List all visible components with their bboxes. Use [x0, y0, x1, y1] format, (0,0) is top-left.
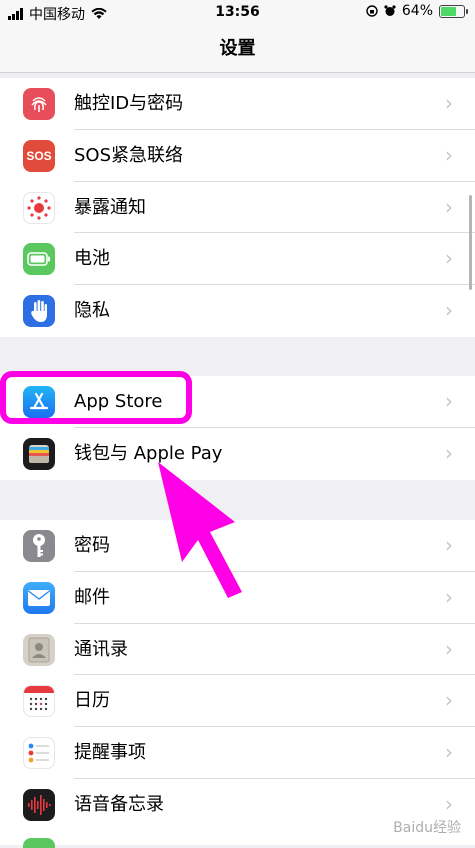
settings-group-1: 触控ID与密码 › SOS SOS紧急联络 › 暴露通知 › 电池 › 隐私 › — [0, 78, 475, 337]
sos-icon: SOS — [23, 139, 55, 172]
highlight-box — [0, 371, 192, 424]
pointer-arrow — [158, 462, 242, 598]
chevron-right-icon: › — [445, 533, 453, 557]
alarm-icon — [384, 5, 396, 16]
chevron-right-icon: › — [445, 142, 453, 167]
status-bar: 中国移动 13:56 64% — [0, 0, 475, 26]
contacts-icon — [23, 633, 55, 666]
scrollbar[interactable] — [469, 195, 472, 290]
chevron-right-icon: › — [445, 636, 453, 661]
settings-row-battery[interactable]: 电池 › — [0, 233, 475, 286]
phone-icon — [23, 838, 55, 848]
exposure-icon — [23, 191, 55, 224]
chevron-right-icon: › — [445, 194, 453, 219]
page-title: 设置 — [0, 26, 475, 73]
settings-row-contacts[interactable]: 通讯录 › — [0, 624, 475, 676]
chevron-right-icon: › — [445, 584, 453, 609]
watermark: Baidu经验 — [393, 820, 461, 836]
hand-icon — [23, 295, 55, 328]
settings-row-calendar[interactable]: 日历 › — [0, 675, 475, 728]
settings-row-reminders[interactable]: 提醒事项 › — [0, 727, 475, 779]
battery-percent: 64% — [401, 3, 433, 19]
chevron-right-icon: › — [445, 688, 453, 713]
settings-row-privacy[interactable]: 隐私 › — [0, 285, 475, 337]
settings-row-touch-id[interactable]: 触控ID与密码 › — [0, 78, 475, 130]
chevron-right-icon: › — [445, 298, 453, 323]
fingerprint-icon — [23, 88, 55, 120]
calendar-icon — [23, 685, 55, 718]
battery-status-icon — [439, 4, 468, 18]
key-icon — [23, 530, 55, 562]
chevron-right-icon: › — [445, 246, 453, 271]
chevron-right-icon: › — [445, 389, 453, 413]
reminders-icon — [23, 737, 55, 770]
chevron-right-icon: › — [445, 740, 453, 765]
settings-row-label: 日历 — [74, 690, 110, 712]
orientation-lock-icon — [366, 5, 378, 17]
status-right: 64% — [366, 3, 468, 19]
wallet-icon — [23, 437, 55, 470]
mail-icon — [23, 581, 55, 614]
chevron-right-icon: › — [445, 91, 453, 115]
voice-memo-icon — [23, 788, 55, 821]
settings-row-label: SOS紧急联络 — [74, 144, 184, 166]
settings-row-label: 暴露通知 — [74, 196, 146, 218]
settings-row-label: 电池 — [74, 248, 110, 270]
settings-row-label: 密码 — [74, 535, 110, 556]
battery-icon — [23, 243, 55, 276]
settings-row-label: 隐私 — [74, 300, 110, 322]
settings-row-label: 语音备忘录 — [74, 793, 164, 815]
settings-row-label: 邮件 — [74, 586, 110, 608]
chevron-right-icon: › — [445, 440, 453, 465]
settings-row-label: 提醒事项 — [74, 742, 146, 764]
settings-row-exposure[interactable]: 暴露通知 › — [0, 182, 475, 234]
settings-row-label: 通讯录 — [74, 638, 128, 660]
settings-row-sos[interactable]: SOS SOS紧急联络 › — [0, 130, 475, 182]
settings-row-label: 触控ID与密码 — [74, 93, 184, 114]
